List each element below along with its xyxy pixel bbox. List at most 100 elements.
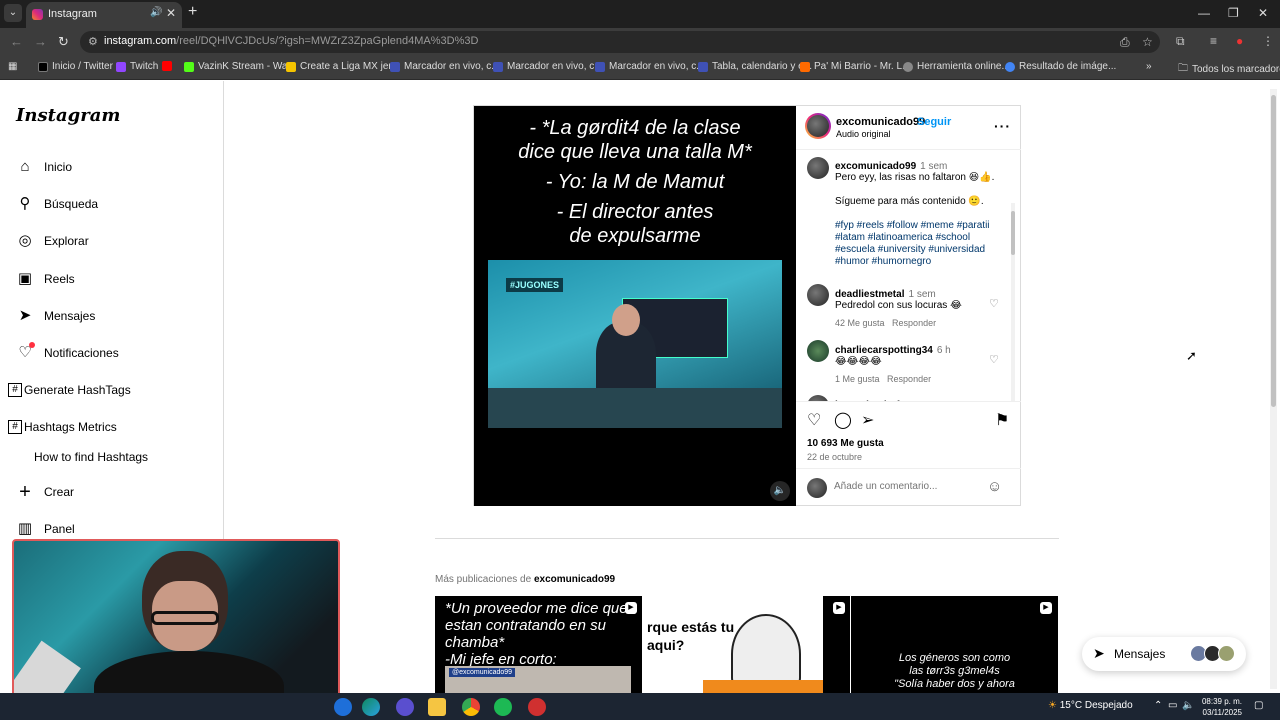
- close-tab-icon[interactable]: ✕: [166, 6, 176, 20]
- media-icon[interactable]: ≡: [1210, 34, 1217, 48]
- reel-video[interactable]: - *La gørdit4 de la clase dice que lleva…: [474, 106, 796, 506]
- mute-icon[interactable]: 🔈: [770, 481, 790, 501]
- bookmark-item[interactable]: VazinK Stream - Wa...: [184, 61, 296, 72]
- avatar[interactable]: [807, 340, 829, 362]
- bookmark-item[interactable]: [162, 61, 176, 71]
- forward-icon[interactable]: →: [34, 34, 47, 49]
- instagram-logo[interactable]: Instagram: [16, 105, 120, 126]
- bookmark-item[interactable]: Marcador en vivo, c...: [493, 61, 603, 72]
- system-clock[interactable]: 08:39 p. m. 03/11/2025: [1196, 696, 1242, 718]
- tray-chevron-icon[interactable]: ⌃: [1154, 700, 1162, 711]
- chrome-menu-icon[interactable]: ⋮: [1262, 34, 1274, 48]
- comment-username[interactable]: charliecarspotting34: [835, 345, 933, 356]
- profile-icon[interactable]: ●: [1236, 34, 1243, 48]
- install-app-icon[interactable]: ⎙: [1120, 35, 1130, 50]
- sidebar-item-inicio[interactable]: ⌂ Inicio: [16, 158, 72, 176]
- edge-icon[interactable]: [362, 698, 380, 716]
- reload-icon[interactable]: ↻: [58, 34, 69, 50]
- more-post-thumbnail[interactable]: rque estás tu aqui? ▶: [643, 596, 850, 693]
- emoji-icon[interactable]: ☺: [987, 478, 1002, 495]
- save-bookmark-icon[interactable]: ⚑: [995, 410, 1009, 430]
- bookmark-item[interactable]: Herramienta online...: [903, 61, 1010, 72]
- bookmark-item[interactable]: Twitch: [116, 61, 158, 72]
- minimize-button[interactable]: —: [1198, 6, 1210, 20]
- close-window-button[interactable]: ✕: [1258, 6, 1268, 20]
- avatar[interactable]: [807, 284, 829, 306]
- taskbar-app-icon[interactable]: [528, 698, 546, 716]
- thumbnail-caption: *Un proveedor me dice que estan contrata…: [445, 600, 628, 668]
- speaker-icon[interactable]: 🔊: [150, 7, 162, 18]
- weather-widget[interactable]: ☀ 15°C Despejado: [1048, 700, 1133, 711]
- follow-button[interactable]: Seguir: [917, 116, 951, 128]
- page-scroll-thumb[interactable]: [1271, 95, 1276, 407]
- author-username[interactable]: excomunicado99: [836, 116, 925, 128]
- url-text[interactable]: instagram.com/reel/DQHlVCJDcUs/?igsh=MWZ…: [104, 35, 478, 47]
- more-posts-username[interactable]: excomunicado99: [534, 574, 615, 585]
- how-to-find-hashtags-link[interactable]: How to find Hashtags: [34, 450, 148, 464]
- messages-floating-button[interactable]: ➤ Mensajes: [1082, 637, 1246, 671]
- like-count[interactable]: 10 693 Me gusta: [807, 438, 884, 449]
- caption-hashtags[interactable]: #fyp #reels #follow #meme #paratii #lata…: [835, 220, 1005, 268]
- comment-likes[interactable]: 42 Me gusta: [835, 318, 885, 328]
- more-options-icon[interactable]: ···: [994, 118, 1011, 134]
- comments-scrollbar[interactable]: [1011, 203, 1015, 401]
- browser-tab-strip: ⌄ Instagram 🔊 ✕ + — ❐ ✕: [0, 0, 1280, 28]
- more-post-thumbnail[interactable]: *Un proveedor me dice que estan contrata…: [435, 596, 642, 693]
- avatar[interactable]: [807, 157, 829, 179]
- tab-search-button[interactable]: ⌄: [4, 4, 22, 22]
- like-heart-icon[interactable]: ♡: [807, 410, 821, 430]
- back-icon[interactable]: ←: [10, 34, 23, 49]
- sidebar-item-crear[interactable]: + Crear: [16, 482, 74, 502]
- bookmark-item[interactable]: Create a Liga MX jer...: [286, 61, 400, 72]
- bookmark-item[interactable]: Inicio / Twitter: [38, 61, 113, 72]
- comments-scroll-thumb[interactable]: [1011, 211, 1015, 255]
- caption-username[interactable]: excomunicado99: [835, 161, 916, 172]
- spotify-icon[interactable]: [494, 698, 512, 716]
- all-bookmarks-folder[interactable]: 🗀Todos los marcadores: [1178, 61, 1280, 78]
- bookmark-item[interactable]: Pa' Mi Barrio - Mr. L...: [800, 61, 910, 72]
- notifications-icon[interactable]: ▢: [1254, 700, 1263, 711]
- reel-post: - *La gørdit4 de la clase dice que lleva…: [473, 105, 1021, 506]
- bookmark-item[interactable]: Tabla, calendario y e...: [698, 61, 812, 72]
- bookmark-item[interactable]: Resultado de imáge...: [1005, 61, 1116, 72]
- bookmark-star-icon[interactable]: ☆: [1142, 35, 1153, 49]
- sidebar-item-busqueda[interactable]: ⚲ Búsqueda: [16, 195, 99, 213]
- comment-likes[interactable]: 1 Me gusta: [835, 374, 880, 384]
- comment-bubble-icon[interactable]: ◯: [834, 410, 852, 430]
- sidebar-item-panel[interactable]: ▥ Panel: [16, 520, 75, 538]
- reply-button[interactable]: Responder: [887, 374, 931, 384]
- bookmark-favicon-icon: [800, 61, 810, 72]
- extensions-icon[interactable]: ⧉: [1176, 34, 1185, 49]
- sidebar-item-reels[interactable]: ▣ Reels: [16, 270, 75, 288]
- site-info-icon[interactable]: ⚙: [88, 35, 98, 48]
- taskbar-app-icon[interactable]: [334, 698, 352, 716]
- more-bookmarks-icon[interactable]: »: [1146, 61, 1152, 72]
- bookmark-item[interactable]: Marcador en vivo, c...: [390, 61, 500, 72]
- comment-input[interactable]: [834, 481, 984, 492]
- comment-like-icon[interactable]: ♡: [989, 353, 999, 366]
- restore-button[interactable]: ❐: [1228, 6, 1239, 20]
- page-scrollbar[interactable]: [1270, 89, 1277, 689]
- sidebar-item-notificaciones[interactable]: ♡ Notificaciones: [16, 342, 119, 362]
- browser-tab[interactable]: Instagram 🔊 ✕: [26, 2, 182, 28]
- hashtags-metrics-link[interactable]: # Hashtags Metrics: [8, 420, 117, 434]
- bookmark-item[interactable]: Marcador en vivo, c...: [595, 61, 705, 72]
- comment-username[interactable]: deadliestmetal: [835, 289, 904, 300]
- taskbar-app-icon[interactable]: [396, 698, 414, 716]
- sidebar-item-explorar[interactable]: ◎ Explorar: [16, 232, 88, 250]
- author-avatar-ring[interactable]: [805, 113, 831, 139]
- new-tab-button[interactable]: +: [188, 3, 197, 21]
- comment-like-icon[interactable]: ♡: [989, 297, 999, 310]
- file-explorer-icon[interactable]: [428, 698, 446, 716]
- sidebar-item-mensajes[interactable]: ➤ Mensajes: [16, 307, 96, 325]
- network-icon[interactable]: ▭: [1168, 700, 1177, 711]
- share-send-icon[interactable]: ➢: [861, 410, 874, 430]
- omnibox[interactable]: ⚙ instagram.com/reel/DQHlVCJDcUs/?igsh=M…: [80, 31, 1160, 53]
- generate-hashtags-link[interactable]: # Generate HashTags: [8, 383, 131, 397]
- chrome-icon[interactable]: [462, 698, 480, 716]
- apps-icon[interactable]: ▦: [8, 61, 17, 72]
- audio-label[interactable]: Audio original: [836, 129, 891, 139]
- reply-button[interactable]: Responder: [892, 318, 936, 328]
- volume-icon[interactable]: 🔈: [1182, 700, 1194, 711]
- more-post-thumbnail[interactable]: Los géneros son como las tørr3s g3mel4s …: [851, 596, 1058, 693]
